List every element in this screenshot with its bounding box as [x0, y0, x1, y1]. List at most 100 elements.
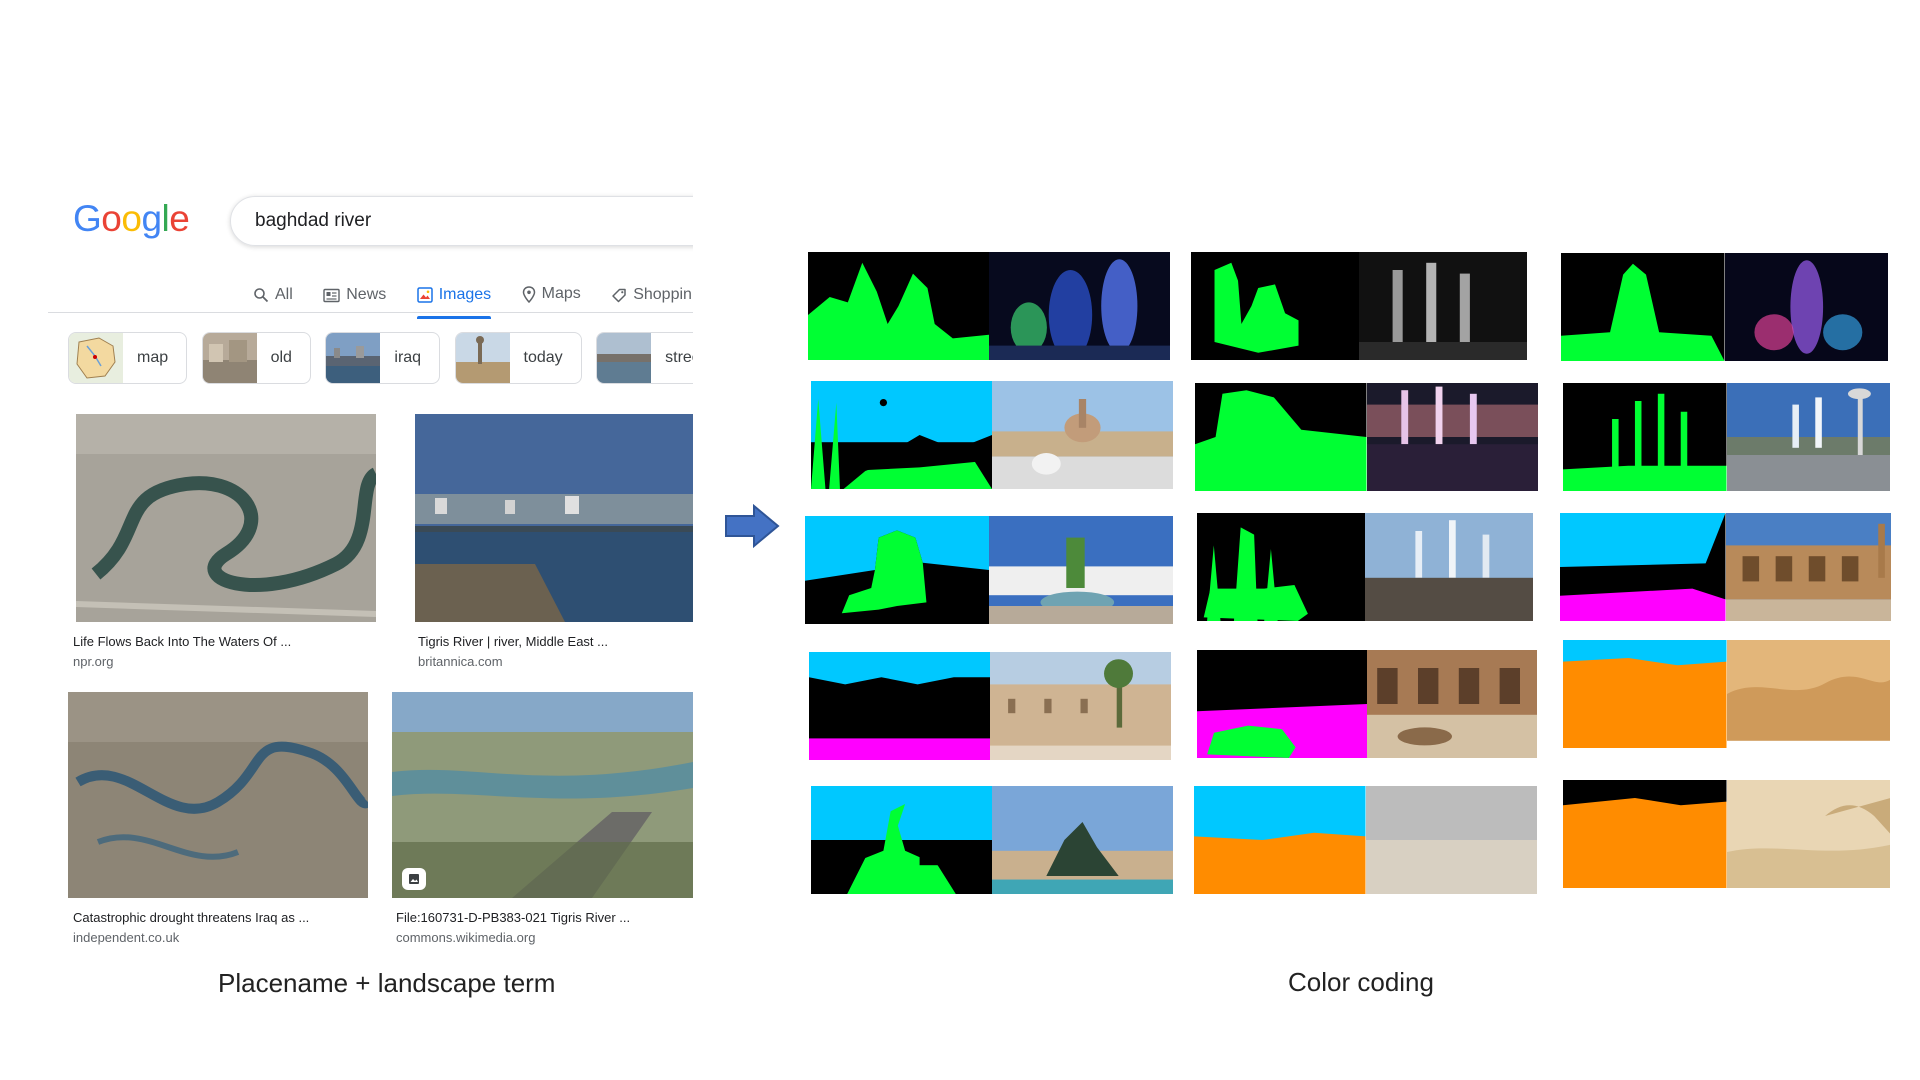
tab-label: Images	[438, 285, 492, 303]
color-coding-pair	[1563, 780, 1890, 888]
chip-today[interactable]: today	[454, 332, 582, 384]
tab-label: All	[275, 285, 293, 303]
left-caption: Placename + landscape term	[218, 968, 556, 998]
scene-photo	[1725, 513, 1891, 621]
image-icon	[416, 286, 433, 303]
segmentation-mask	[811, 381, 992, 489]
result-image[interactable]	[68, 692, 368, 898]
tag-icon	[612, 288, 626, 302]
scene-photo	[989, 516, 1173, 624]
logo-letter: e	[169, 198, 190, 239]
segmentation-mask	[808, 252, 989, 360]
result-site: independent.co.uk	[73, 930, 180, 945]
right-caption: Color coding	[1288, 967, 1434, 997]
segmentation-mask	[1191, 252, 1359, 360]
result-site: commons.wikimedia.org	[396, 930, 536, 945]
google-logo[interactable]: Google	[73, 198, 190, 240]
related-search-chips: map old iraq today street	[68, 332, 693, 384]
chip-map[interactable]: map	[68, 332, 188, 384]
color-coding-pair	[808, 252, 1170, 360]
color-coding-pair	[1195, 383, 1538, 491]
aerial-city-image	[76, 414, 376, 622]
scene-photo	[990, 652, 1171, 760]
chip-old[interactable]: old	[201, 332, 311, 384]
news-icon	[323, 288, 340, 302]
color-coding-pair	[1560, 513, 1891, 621]
segmentation-mask	[1197, 650, 1367, 758]
scene-photo	[989, 252, 1170, 360]
result-site: britannica.com	[418, 654, 503, 669]
color-coding-pair	[809, 652, 1171, 760]
chip-thumbnail	[455, 333, 510, 383]
drought-aerial-image	[68, 692, 368, 898]
color-coding-pair	[805, 516, 1173, 624]
tab-label: Maps	[541, 285, 581, 302]
search-query: baghdad river	[255, 210, 372, 231]
result-image[interactable]	[415, 414, 693, 622]
tabs-divider	[48, 312, 693, 313]
chip-street[interactable]: street	[596, 332, 693, 384]
scene-photo	[992, 381, 1173, 489]
search-icon	[254, 287, 269, 302]
arrow-right-icon	[725, 504, 780, 548]
scene-photo	[1366, 383, 1538, 491]
chip-thumbnail	[597, 333, 652, 383]
tab-all[interactable]: All	[253, 275, 293, 315]
chip-thumbnail	[202, 333, 257, 383]
segmentation-mask	[1563, 780, 1727, 888]
color-coding-pair	[1563, 640, 1890, 748]
tab-images[interactable]: Images	[416, 275, 492, 319]
logo-letter: o	[121, 198, 142, 239]
scene-photo	[1724, 253, 1888, 361]
result-title[interactable]: Life Flows Back Into The Waters Of ...	[73, 634, 291, 649]
google-search-panel: Google baghdad river All News Images Map…	[48, 190, 693, 970]
color-coding-pair	[1563, 383, 1890, 491]
scene-photo	[1726, 383, 1890, 491]
scene-photo	[1365, 513, 1533, 621]
color-coding-pair	[811, 381, 1173, 489]
chip-label: street	[665, 349, 693, 366]
logo-letter: g	[141, 198, 162, 239]
result-title[interactable]: Catastrophic drought threatens Iraq as .…	[73, 910, 309, 925]
color-coding-pair	[1197, 513, 1533, 621]
color-coding-pair	[1561, 253, 1888, 361]
map-pin-icon	[522, 285, 535, 303]
color-coding-pair	[1194, 786, 1537, 894]
segmentation-mask	[1194, 786, 1366, 894]
chip-label: old	[270, 349, 292, 366]
chip-label: map	[137, 349, 169, 366]
segmentation-mask	[805, 516, 989, 624]
segmentation-mask	[1560, 513, 1726, 621]
scene-photo	[1726, 640, 1890, 748]
tigris-river-image	[392, 692, 693, 898]
search-tabs: All News Images Maps Shoppin	[253, 274, 693, 319]
chip-iraq[interactable]: iraq	[325, 332, 441, 384]
result-image[interactable]	[392, 692, 693, 898]
segmentation-mask	[1197, 513, 1365, 621]
logo-letter: l	[161, 198, 170, 239]
tab-label: Shoppin	[633, 285, 692, 303]
scene-photo	[1365, 786, 1537, 894]
color-coding-pair	[1191, 252, 1527, 360]
segmentation-mask	[811, 786, 992, 894]
scene-photo	[1359, 252, 1527, 360]
tab-maps[interactable]: Maps	[522, 274, 581, 314]
tab-news[interactable]: News	[323, 275, 386, 315]
result-title[interactable]: File:160731-D-PB383-021 Tigris River ...	[396, 910, 630, 925]
chip-thumbnail	[69, 333, 123, 383]
color-coding-pair	[1197, 650, 1537, 758]
tab-shopping[interactable]: Shoppin	[611, 275, 692, 315]
result-site: npr.org	[73, 654, 114, 669]
river-bridge-image	[415, 414, 693, 622]
segmentation-mask	[1195, 383, 1367, 491]
result-image[interactable]	[76, 414, 376, 622]
segmentation-mask	[809, 652, 990, 760]
color-coding-pair	[811, 786, 1173, 894]
logo-letter: G	[73, 198, 102, 239]
image-icon	[402, 868, 426, 890]
result-title[interactable]: Tigris River | river, Middle East ...	[418, 634, 608, 649]
scene-photo	[1726, 780, 1890, 888]
search-input[interactable]: baghdad river	[230, 196, 693, 246]
chip-label: today	[523, 349, 563, 366]
scene-photo	[1367, 650, 1537, 758]
